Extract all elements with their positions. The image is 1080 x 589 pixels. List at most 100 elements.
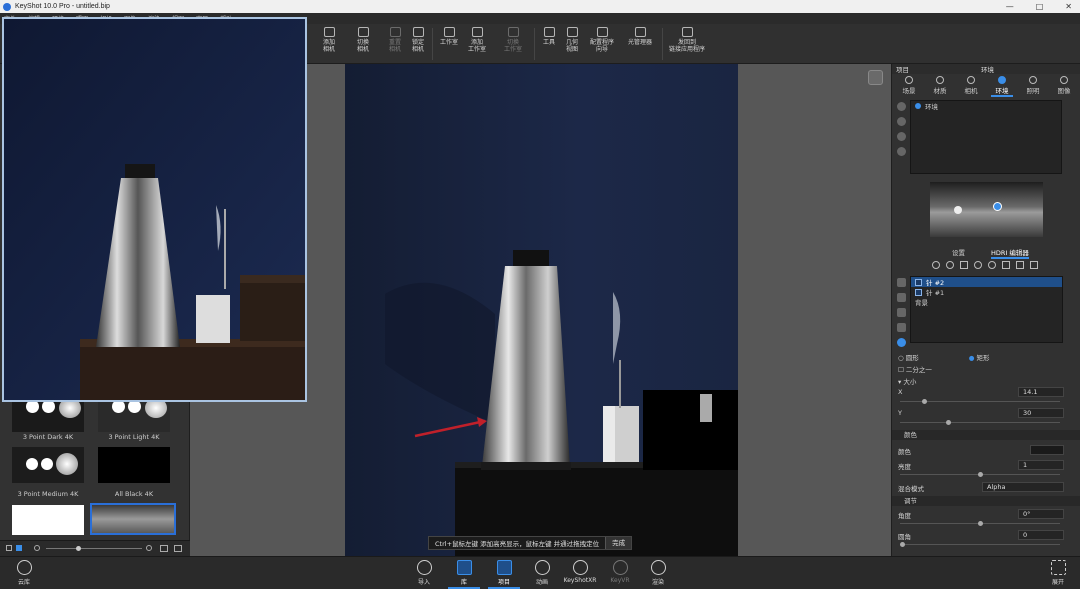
import-button[interactable]: 导入 [410,560,438,586]
x-input[interactable]: 14.1 [1018,387,1064,397]
half-checkbox[interactable]: ☐ 二分之一 [898,364,932,374]
pin-list-item[interactable]: 背景 [911,297,1062,307]
switch-studio-button[interactable]: 切换 工作室 [498,27,528,53]
upload-icon[interactable] [160,545,168,552]
copy-environment-icon[interactable] [897,132,906,141]
add-pin-icon[interactable] [946,261,954,269]
library-thumbnail[interactable] [98,447,170,483]
tab-camera[interactable]: 相机 [960,76,982,97]
library-thumbnail[interactable] [12,447,84,483]
thumbnail-size-slider[interactable] [46,548,142,549]
add-studio-button[interactable]: 添加 工作室 [462,27,492,53]
render-button[interactable]: 渲染 [644,560,672,586]
pin-list: 针 #2 针 #1 背景 [910,276,1063,343]
keyshotxr-button[interactable]: KeyShotXR [562,560,598,584]
pin-list-item[interactable]: 针 #2 [911,277,1062,287]
add-environment-icon[interactable] [897,102,906,111]
slider-knob[interactable] [76,546,81,551]
color-section-header[interactable]: 颜色 [892,430,1080,440]
size-section-header[interactable]: ▾ 大小 [898,376,916,386]
tab-hdri-editor[interactable]: HDRI 编辑器 [991,247,1029,259]
maximize-button[interactable]: □ [1036,0,1044,13]
target-icon[interactable] [897,338,906,347]
list-view-icon[interactable] [6,545,12,551]
close-button[interactable]: ✕ [1065,0,1072,13]
tab-scene[interactable]: 场景 [898,76,920,97]
cloud-library-button[interactable]: 云库 [10,560,38,586]
keyvr-button[interactable]: KeyVR [606,560,634,584]
refresh-icon[interactable] [988,261,996,269]
tab-environment[interactable]: 环境 [991,76,1013,97]
shape-rect-radio[interactable]: ● 矩形 [969,352,990,362]
slider-knob[interactable] [946,420,951,425]
light-manager-button[interactable]: 光管理器 [623,27,657,46]
render-scene[interactable] [345,64,738,556]
adjust-section-header[interactable]: 调节 [892,496,1080,506]
delete-environment-icon[interactable] [897,147,906,156]
animation-button[interactable]: 动画 [528,560,556,586]
library-button[interactable]: 库 [448,560,480,589]
done-button[interactable]: 完成 [605,537,632,549]
pin-visible-checkbox[interactable] [915,278,922,286]
move-down-icon[interactable] [897,308,906,317]
add-camera-button[interactable]: 添加 相机 [314,27,344,53]
shape-circle-radio[interactable]: ○ 圆形 [898,352,919,362]
pin-tool-icon[interactable] [1002,261,1010,269]
preview-image [4,19,305,400]
studio-add-icon [471,27,483,37]
slider-knob[interactable] [978,521,983,526]
environment-icon [998,76,1006,84]
x-slider[interactable] [900,399,1060,404]
slider-knob[interactable] [922,399,927,404]
tab-lighting[interactable]: 照明 [1022,76,1044,97]
library-thumbnail[interactable] [12,505,84,535]
switch-camera-button[interactable]: 切换 相机 [348,27,378,53]
tab-materials[interactable]: 材质 [929,76,951,97]
zoom-in-icon[interactable] [146,545,152,551]
hdri-light-marker[interactable] [954,206,962,214]
geometry-view-button[interactable]: 几何 视图 [557,27,587,53]
library-thumbnail-selected[interactable] [90,503,176,535]
hdri-preview[interactable] [930,182,1043,237]
environment-list-item[interactable]: 环境 [911,101,1061,111]
hdri-pin-marker[interactable] [993,202,1002,211]
add-pin-icon[interactable] [932,261,940,269]
falloff-input[interactable]: 0 [1018,530,1064,540]
pin-visible-checkbox[interactable] [915,288,922,296]
tab-image[interactable]: 图像 [1053,76,1075,97]
configurator-wizard-button[interactable]: 配置程序 向导 [585,27,619,53]
project-button[interactable]: 项目 [488,560,520,589]
pin-tool-icon[interactable] [1030,261,1038,269]
add-pin-icon[interactable] [974,261,982,269]
y-slider[interactable] [900,420,1060,425]
floating-render-preview[interactable] [2,17,307,402]
brightness-input[interactable]: 1 [1018,460,1064,470]
move-up-icon[interactable] [897,293,906,302]
duplicate-environment-icon[interactable] [897,117,906,126]
angle-input[interactable]: 0° [1018,509,1064,519]
expert-button[interactable]: 展开 [1044,560,1072,586]
add-pin-icon[interactable] [960,261,968,269]
blend-mode-select[interactable]: Alpha [982,482,1064,492]
delete-pin-icon[interactable] [897,278,906,287]
slider-knob[interactable] [978,472,983,477]
pin-tool-icon[interactable] [1016,261,1024,269]
falloff-slider[interactable] [900,542,1060,547]
camera-switch-icon [357,27,369,37]
grid-view-icon[interactable] [16,545,22,551]
lock-camera-button[interactable]: 锁定 相机 [403,27,433,53]
brightness-slider[interactable] [900,472,1060,477]
send-back-button[interactable]: 发回到 链接应用程序 [664,27,710,53]
folder-icon[interactable] [897,323,906,332]
angle-slider[interactable] [900,521,1060,526]
studio-button[interactable]: 工作室 [434,27,464,46]
zoom-out-icon[interactable] [34,545,40,551]
viewport-options-button[interactable] [868,70,883,85]
slider-knob[interactable] [900,542,905,547]
y-input[interactable]: 30 [1018,408,1064,418]
color-swatch[interactable] [1030,445,1064,455]
minimize-button[interactable]: — [1006,0,1014,13]
folder-icon[interactable] [174,545,182,552]
tab-settings[interactable]: 设置 [952,247,965,259]
pin-list-item[interactable]: 针 #1 [911,287,1062,297]
